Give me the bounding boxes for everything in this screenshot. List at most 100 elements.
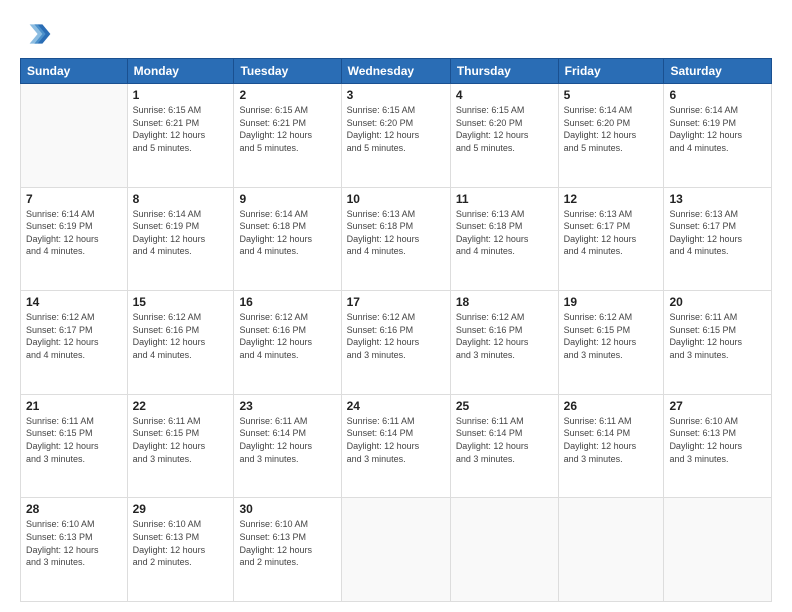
day-number: 20	[669, 295, 766, 309]
calendar-day-cell: 5 Sunrise: 6:14 AM Sunset: 6:20 PM Daylig…	[558, 84, 664, 188]
day-info: Sunrise: 6:12 AM Sunset: 6:16 PM Dayligh…	[133, 311, 229, 361]
calendar-day-cell: 14 Sunrise: 6:12 AM Sunset: 6:17 PM Dayli…	[21, 291, 128, 395]
day-info: Sunrise: 6:12 AM Sunset: 6:17 PM Dayligh…	[26, 311, 122, 361]
logo-icon	[20, 18, 52, 50]
calendar-day-cell: 17Sunrise: 6:12 AM Sunset: 6:16 PM Dayli…	[341, 291, 450, 395]
calendar-day-cell: 19 Sunrise: 6:12 AM Sunset: 6:15 PM Dayli…	[558, 291, 664, 395]
day-number: 16	[239, 295, 335, 309]
calendar-week-row: 1 Sunrise: 6:15 AM Sunset: 6:21 PM Daylig…	[21, 84, 772, 188]
day-number: 2	[239, 88, 335, 102]
calendar-day-cell: 20 Sunrise: 6:11 AM Sunset: 6:15 PM Dayli…	[664, 291, 772, 395]
day-info: Sunrise: 6:12 AM Sunset: 6:16 PM Dayligh…	[347, 311, 445, 361]
day-number: 28	[26, 502, 122, 516]
day-info: Sunrise: 6:15 AM Sunset: 6:21 PM Dayligh…	[239, 104, 335, 154]
day-of-week-header: Wednesday	[341, 59, 450, 84]
day-info: Sunrise: 6:10 AM Sunset: 6:13 PM Dayligh…	[133, 518, 229, 568]
day-info: Sunrise: 6:12 AM Sunset: 6:16 PM Dayligh…	[239, 311, 335, 361]
calendar-day-cell: 23 Sunrise: 6:11 AM Sunset: 6:14 PM Dayli…	[234, 394, 341, 498]
calendar-day-cell: 2 Sunrise: 6:15 AM Sunset: 6:21 PM Daylig…	[234, 84, 341, 188]
calendar-day-cell	[21, 84, 128, 188]
logo	[20, 18, 56, 50]
day-info: Sunrise: 6:11 AM Sunset: 6:15 PM Dayligh…	[669, 311, 766, 361]
day-number: 4	[456, 88, 553, 102]
day-info: Sunrise: 6:13 AM Sunset: 6:17 PM Dayligh…	[669, 208, 766, 258]
day-info: Sunrise: 6:14 AM Sunset: 6:19 PM Dayligh…	[669, 104, 766, 154]
calendar-day-cell: 1Sunrise: 6:15 AM Sunset: 6:21 PM Daylig…	[127, 84, 234, 188]
day-number: 12	[564, 192, 659, 206]
calendar-day-cell: 8 Sunrise: 6:14 AM Sunset: 6:19 PM Daylig…	[127, 187, 234, 291]
day-number: 5	[564, 88, 659, 102]
day-info: Sunrise: 6:11 AM Sunset: 6:14 PM Dayligh…	[347, 415, 445, 465]
day-of-week-header: Monday	[127, 59, 234, 84]
day-info: Sunrise: 6:14 AM Sunset: 6:18 PM Dayligh…	[239, 208, 335, 258]
calendar-week-row: 28 Sunrise: 6:10 AM Sunset: 6:13 PM Dayli…	[21, 498, 772, 602]
calendar-day-cell: 10 Sunrise: 6:13 AM Sunset: 6:18 PM Dayli…	[341, 187, 450, 291]
day-info: Sunrise: 6:14 AM Sunset: 6:19 PM Dayligh…	[26, 208, 122, 258]
day-info: Sunrise: 6:14 AM Sunset: 6:20 PM Dayligh…	[564, 104, 659, 154]
calendar-day-cell: 28 Sunrise: 6:10 AM Sunset: 6:13 PM Dayli…	[21, 498, 128, 602]
calendar-day-cell: 29 Sunrise: 6:10 AM Sunset: 6:13 PM Dayli…	[127, 498, 234, 602]
calendar-day-cell: 26Sunrise: 6:11 AM Sunset: 6:14 PM Dayli…	[558, 394, 664, 498]
calendar-day-cell: 13Sunrise: 6:13 AM Sunset: 6:17 PM Dayli…	[664, 187, 772, 291]
calendar-header-row: SundayMondayTuesdayWednesdayThursdayFrid…	[21, 59, 772, 84]
calendar-day-cell: 11 Sunrise: 6:13 AM Sunset: 6:18 PM Dayli…	[450, 187, 558, 291]
day-of-week-header: Tuesday	[234, 59, 341, 84]
day-info: Sunrise: 6:11 AM Sunset: 6:14 PM Dayligh…	[456, 415, 553, 465]
calendar-day-cell: 6 Sunrise: 6:14 AM Sunset: 6:19 PM Daylig…	[664, 84, 772, 188]
header	[20, 18, 772, 50]
page: SundayMondayTuesdayWednesdayThursdayFrid…	[0, 0, 792, 612]
day-info: Sunrise: 6:14 AM Sunset: 6:19 PM Dayligh…	[133, 208, 229, 258]
day-number: 21	[26, 399, 122, 413]
calendar-day-cell: 27 Sunrise: 6:10 AM Sunset: 6:13 PM Dayli…	[664, 394, 772, 498]
day-number: 8	[133, 192, 229, 206]
calendar-day-cell	[664, 498, 772, 602]
calendar-day-cell: 4Sunrise: 6:15 AM Sunset: 6:20 PM Daylig…	[450, 84, 558, 188]
day-number: 27	[669, 399, 766, 413]
calendar-day-cell: 30Sunrise: 6:10 AM Sunset: 6:13 PM Dayli…	[234, 498, 341, 602]
calendar-day-cell: 18Sunrise: 6:12 AM Sunset: 6:16 PM Dayli…	[450, 291, 558, 395]
day-info: Sunrise: 6:11 AM Sunset: 6:15 PM Dayligh…	[26, 415, 122, 465]
calendar-week-row: 7 Sunrise: 6:14 AM Sunset: 6:19 PM Daylig…	[21, 187, 772, 291]
day-number: 26	[564, 399, 659, 413]
day-number: 25	[456, 399, 553, 413]
day-info: Sunrise: 6:12 AM Sunset: 6:15 PM Dayligh…	[564, 311, 659, 361]
day-number: 10	[347, 192, 445, 206]
day-number: 1	[133, 88, 229, 102]
calendar-table: SundayMondayTuesdayWednesdayThursdayFrid…	[20, 58, 772, 602]
calendar-day-cell: 7 Sunrise: 6:14 AM Sunset: 6:19 PM Daylig…	[21, 187, 128, 291]
calendar-day-cell: 15 Sunrise: 6:12 AM Sunset: 6:16 PM Dayli…	[127, 291, 234, 395]
calendar-day-cell: 21 Sunrise: 6:11 AM Sunset: 6:15 PM Dayli…	[21, 394, 128, 498]
day-of-week-header: Saturday	[664, 59, 772, 84]
calendar-week-row: 21 Sunrise: 6:11 AM Sunset: 6:15 PM Dayli…	[21, 394, 772, 498]
day-number: 6	[669, 88, 766, 102]
day-number: 23	[239, 399, 335, 413]
calendar-day-cell: 12 Sunrise: 6:13 AM Sunset: 6:17 PM Dayli…	[558, 187, 664, 291]
day-number: 14	[26, 295, 122, 309]
day-of-week-header: Thursday	[450, 59, 558, 84]
day-info: Sunrise: 6:11 AM Sunset: 6:15 PM Dayligh…	[133, 415, 229, 465]
day-info: Sunrise: 6:10 AM Sunset: 6:13 PM Dayligh…	[669, 415, 766, 465]
calendar-day-cell	[558, 498, 664, 602]
day-of-week-header: Friday	[558, 59, 664, 84]
day-number: 9	[239, 192, 335, 206]
calendar-day-cell: 16 Sunrise: 6:12 AM Sunset: 6:16 PM Dayli…	[234, 291, 341, 395]
calendar-day-cell: 25 Sunrise: 6:11 AM Sunset: 6:14 PM Dayli…	[450, 394, 558, 498]
day-info: Sunrise: 6:13 AM Sunset: 6:18 PM Dayligh…	[347, 208, 445, 258]
day-number: 19	[564, 295, 659, 309]
day-info: Sunrise: 6:13 AM Sunset: 6:18 PM Dayligh…	[456, 208, 553, 258]
day-number: 29	[133, 502, 229, 516]
day-number: 24	[347, 399, 445, 413]
calendar-day-cell	[341, 498, 450, 602]
day-info: Sunrise: 6:11 AM Sunset: 6:14 PM Dayligh…	[239, 415, 335, 465]
day-number: 7	[26, 192, 122, 206]
calendar-day-cell: 9 Sunrise: 6:14 AM Sunset: 6:18 PM Daylig…	[234, 187, 341, 291]
day-number: 11	[456, 192, 553, 206]
calendar-day-cell: 3Sunrise: 6:15 AM Sunset: 6:20 PM Daylig…	[341, 84, 450, 188]
day-number: 30	[239, 502, 335, 516]
day-number: 22	[133, 399, 229, 413]
day-info: Sunrise: 6:13 AM Sunset: 6:17 PM Dayligh…	[564, 208, 659, 258]
calendar-day-cell	[450, 498, 558, 602]
day-info: Sunrise: 6:10 AM Sunset: 6:13 PM Dayligh…	[26, 518, 122, 568]
calendar-day-cell: 22 Sunrise: 6:11 AM Sunset: 6:15 PM Dayli…	[127, 394, 234, 498]
day-number: 15	[133, 295, 229, 309]
